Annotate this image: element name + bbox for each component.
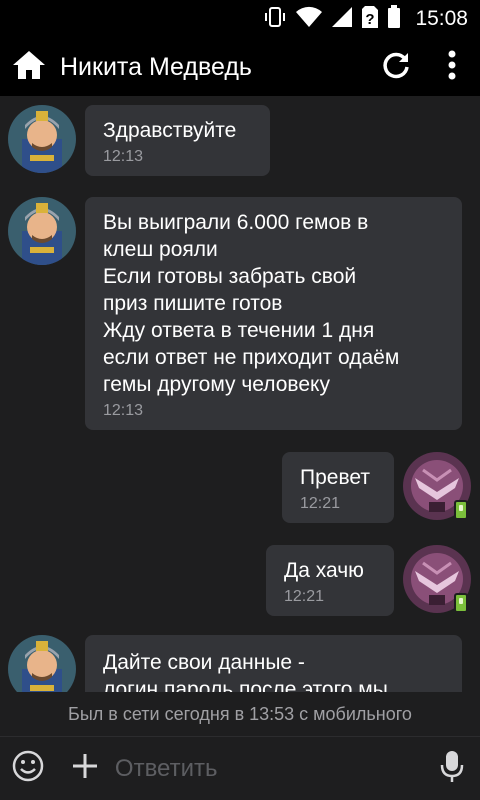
attach-plus-icon [71,752,99,785]
emoji-icon [11,749,45,788]
message-bubble[interactable]: Вы выиграли 6.000 гемов в клеш рояли Есл… [85,197,462,430]
status-time: 15:08 [415,7,468,30]
message-time: 12:21 [284,588,325,605]
last-seen-status: Был в сети сегодня в 13:53 с мобильного [0,692,480,736]
message-composer [0,736,480,800]
no-sim-icon: ? [361,5,379,34]
sender-avatar[interactable] [8,635,76,692]
message-text: Да хачю [284,559,364,582]
message-time: 12:13 [103,148,144,165]
message-text: Здравствуйте [103,119,237,142]
emoji-button[interactable] [0,737,55,800]
more-options-button[interactable] [424,38,480,96]
app-bar: Никита Медведь [0,38,480,96]
status-bar: ? 15:08 [0,0,480,38]
message-bubble[interactable]: Здравствуйте 12:13 [85,105,270,176]
message-time: 12:13 [103,402,144,419]
voice-message-button[interactable] [425,737,480,800]
mobile-online-badge [454,593,468,613]
attach-button[interactable] [55,737,115,800]
status-icons: ? 15:08 [263,0,468,38]
message-list[interactable]: Здравствуйте 12:13 Вы выиграли 6.000 гем… [0,96,480,692]
battery-icon [387,4,401,34]
message-bubble[interactable]: Дайте свои данные - логин пароль после э… [85,635,462,692]
sender-avatar[interactable] [8,197,76,265]
message-text: Дайте свои данные - логин пароль после э… [103,651,388,692]
more-vert-icon [448,50,456,85]
refresh-icon [381,50,411,85]
microphone-icon [440,749,464,788]
message-bubble-outgoing[interactable]: Превет 12:21 [282,452,394,523]
knight-avatar-icon [8,197,76,265]
message-time: 12:21 [300,495,341,512]
reply-input[interactable] [114,754,425,783]
signal-icon [331,6,353,33]
wifi-icon [295,5,323,34]
message-text: Вы выиграли 6.000 гемов в клеш рояли Есл… [103,211,400,396]
message-bubble-outgoing[interactable]: Да хачю 12:21 [266,545,394,616]
home-button[interactable] [0,38,58,96]
svg-text:?: ? [366,11,375,28]
knight-avatar-icon [8,105,76,173]
mobile-online-badge [454,500,468,520]
home-icon [12,50,46,85]
refresh-button[interactable] [368,38,424,96]
message-text: Превет [300,466,370,489]
knight-avatar-icon [8,635,76,692]
sender-avatar[interactable] [8,105,76,173]
vibrate-icon [263,5,287,34]
chat-title: Никита Медведь [60,52,252,81]
